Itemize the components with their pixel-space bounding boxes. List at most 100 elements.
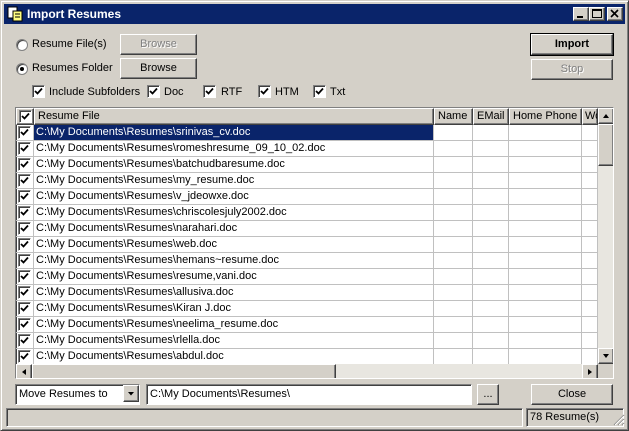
row-checkbox[interactable] <box>18 286 31 299</box>
resumes-folder-radio[interactable] <box>16 63 28 75</box>
path-browse-button[interactable]: ... <box>477 384 499 405</box>
table-row[interactable]: C:\My Documents\Resumes\web.doc <box>16 237 598 253</box>
checkmark-icon <box>315 87 324 95</box>
work-cell <box>582 317 598 333</box>
row-checkbox[interactable] <box>18 126 31 139</box>
table-row[interactable]: C:\My Documents\Resumes\resume,vani.doc <box>16 269 598 285</box>
row-checkbox[interactable] <box>18 302 31 315</box>
table-row[interactable]: C:\My Documents\Resumes\hemans~resume.do… <box>16 253 598 269</box>
row-checkbox[interactable] <box>18 206 31 219</box>
home-phone-cell <box>509 301 582 317</box>
scroll-down-button[interactable] <box>598 348 613 364</box>
row-checkbox[interactable] <box>18 270 31 283</box>
txt-checkbox[interactable] <box>313 85 326 98</box>
table-row[interactable]: C:\My Documents\Resumes\romeshresume_09_… <box>16 141 598 157</box>
row-checkbox-cell <box>16 205 34 221</box>
row-checkbox[interactable] <box>18 334 31 347</box>
table-row[interactable]: C:\My Documents\Resumes\batchudbaresume.… <box>16 157 598 173</box>
rtf-checkbox[interactable] <box>203 85 216 98</box>
browse-files-button[interactable]: Browse <box>120 34 197 55</box>
home-phone-cell <box>509 269 582 285</box>
row-checkbox[interactable] <box>18 238 31 251</box>
column-header-resume-file[interactable]: Resume File <box>34 108 434 125</box>
dropdown-button[interactable] <box>123 385 139 402</box>
work-cell <box>582 269 598 285</box>
doc-checkbox[interactable] <box>147 85 160 98</box>
row-checkbox[interactable] <box>18 318 31 331</box>
scroll-up-button[interactable] <box>598 108 613 124</box>
email-cell <box>473 141 509 157</box>
home-phone-cell <box>509 237 582 253</box>
table-row[interactable]: C:\My Documents\Resumes\Kiran J.doc <box>16 301 598 317</box>
table-row[interactable]: C:\My Documents\Resumes\srinivas_cv.doc <box>16 125 598 141</box>
title-bar[interactable]: Import Resumes <box>4 4 625 24</box>
home-phone-cell <box>509 253 582 269</box>
work-cell <box>582 205 598 221</box>
table-row[interactable]: C:\My Documents\Resumes\rlella.doc <box>16 333 598 349</box>
home-phone-cell <box>509 205 582 221</box>
select-all-checkbox[interactable] <box>19 110 32 123</box>
move-option-select[interactable]: Move Resumes to <box>15 384 140 405</box>
table-row[interactable]: C:\My Documents\Resumes\chriscolesjuly20… <box>16 205 598 221</box>
home-phone-cell <box>509 141 582 157</box>
column-header-name[interactable]: Name <box>434 108 473 125</box>
row-checkbox[interactable] <box>18 142 31 155</box>
column-header-email[interactable]: EMail <box>473 108 509 125</box>
scroll-left-button[interactable] <box>16 364 32 378</box>
email-cell <box>473 173 509 189</box>
htm-checkbox[interactable] <box>258 85 271 98</box>
resume-file-cell: C:\My Documents\Resumes\abdul.doc <box>34 349 434 365</box>
column-header-home-phone[interactable]: Home Phone <box>509 108 582 125</box>
stop-button[interactable]: Stop <box>531 59 613 80</box>
resume-file-cell: C:\My Documents\Resumes\v_jdeowxe.doc <box>34 189 434 205</box>
arrow-down-icon <box>603 354 609 358</box>
table-row[interactable]: C:\My Documents\Resumes\neelima_resume.d… <box>16 317 598 333</box>
table-row[interactable]: C:\My Documents\Resumes\abdul.doc <box>16 349 598 365</box>
close-button[interactable]: Close <box>531 384 613 405</box>
vertical-scroll-thumb[interactable] <box>598 124 613 166</box>
column-header-work[interactable]: Wo <box>582 108 598 125</box>
row-checkbox-cell <box>16 157 34 173</box>
resize-grip-icon[interactable] <box>613 414 625 426</box>
row-checkbox-cell <box>16 317 34 333</box>
scroll-right-button[interactable] <box>582 364 598 378</box>
email-cell <box>473 125 509 141</box>
work-cell <box>582 237 598 253</box>
vertical-scrollbar[interactable] <box>598 108 613 364</box>
checkmark-icon <box>20 176 29 184</box>
table-row[interactable]: C:\My Documents\Resumes\v_jdeowxe.doc <box>16 189 598 205</box>
row-checkbox[interactable] <box>18 222 31 235</box>
home-phone-cell <box>509 189 582 205</box>
table-row[interactable]: C:\My Documents\Resumes\my_resume.doc <box>16 173 598 189</box>
import-button[interactable]: Import <box>530 33 614 56</box>
horizontal-scroll-thumb[interactable] <box>32 364 336 378</box>
row-checkbox-cell <box>16 349 34 365</box>
include-subfolders-checkbox[interactable] <box>32 85 45 98</box>
close-window-button[interactable] <box>607 7 623 21</box>
home-phone-cell <box>509 285 582 301</box>
name-cell <box>434 141 473 157</box>
horizontal-scrollbar[interactable] <box>16 364 598 378</box>
row-checkbox-cell <box>16 285 34 301</box>
work-cell <box>582 285 598 301</box>
destination-path-input[interactable]: C:\My Documents\Resumes\ <box>146 384 472 405</box>
table-row[interactable]: C:\My Documents\Resumes\allusiva.doc <box>16 285 598 301</box>
table-row[interactable]: C:\My Documents\Resumes\narahari.doc <box>16 221 598 237</box>
row-checkbox[interactable] <box>18 190 31 203</box>
work-cell <box>582 221 598 237</box>
minimize-button[interactable] <box>573 7 589 21</box>
select-all-header[interactable] <box>16 108 34 125</box>
maximize-button[interactable] <box>589 7 605 21</box>
email-cell <box>473 285 509 301</box>
row-checkbox[interactable] <box>18 158 31 171</box>
checkmark-icon <box>20 256 29 264</box>
row-checkbox[interactable] <box>18 350 31 363</box>
row-checkbox[interactable] <box>18 254 31 267</box>
resume-files-radio[interactable] <box>16 39 28 51</box>
maximize-icon <box>592 9 602 18</box>
email-cell <box>473 237 509 253</box>
resume-table[interactable]: Resume File Name EMail Home Phone Wo C:\… <box>15 107 614 379</box>
work-cell <box>582 141 598 157</box>
browse-folder-button[interactable]: Browse <box>120 58 197 79</box>
row-checkbox[interactable] <box>18 174 31 187</box>
